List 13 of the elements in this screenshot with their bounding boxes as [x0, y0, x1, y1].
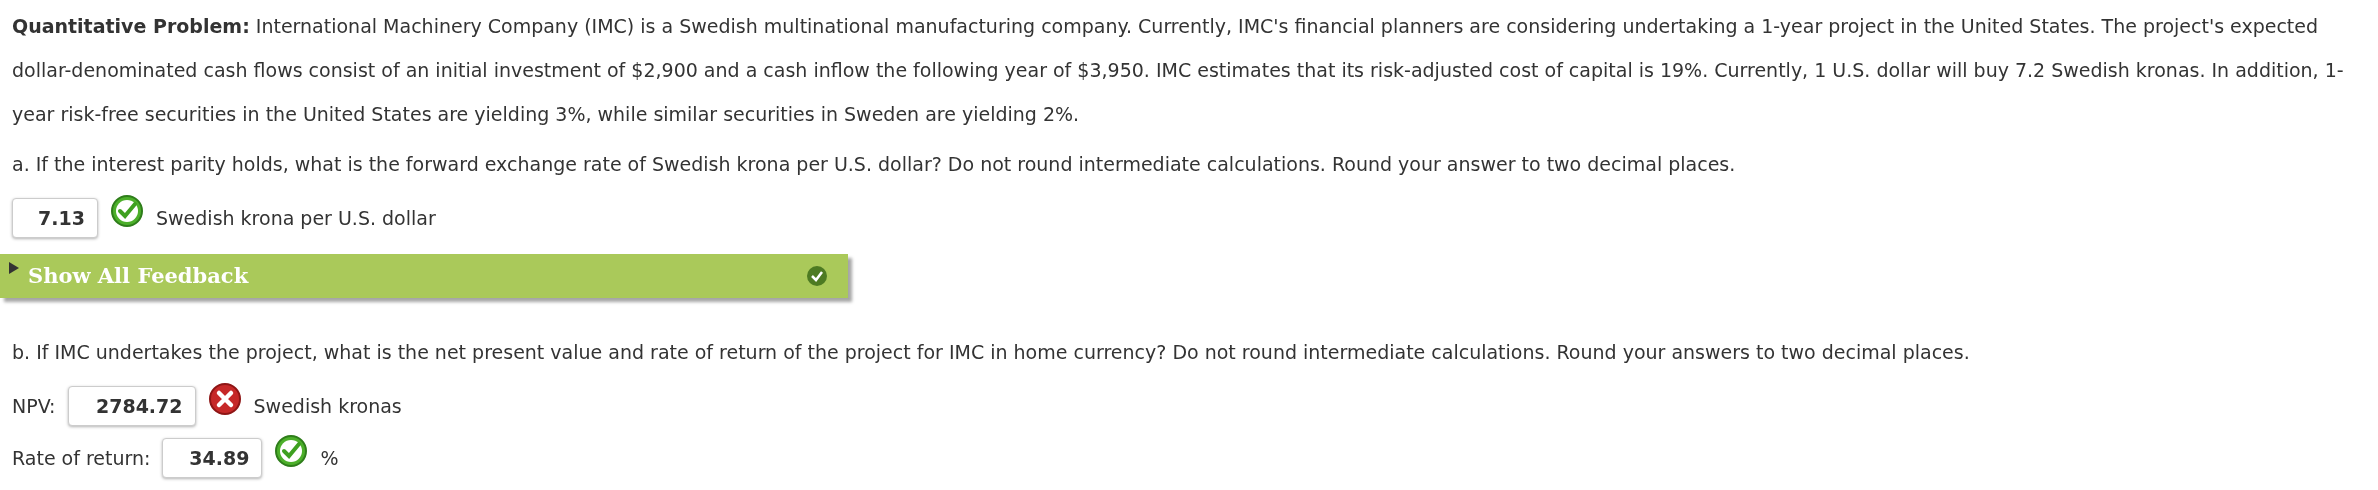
answer-label: Rate of return: — [12, 445, 151, 471]
unit-label: Swedish kronas — [253, 393, 402, 419]
unit-label: % — [320, 445, 339, 471]
answer-field[interactable]: 34.89 — [162, 438, 263, 478]
problem-text: Quantitative Problem: International Machinery Company (IMC) is a Swedish multinational manufacturing company. Currently, IMC's financial planners are considering undertaking a 1-year project in the United States. The project's expected dollar-denominated cash flows consist of an initial investment of $2,900 and a cash inflow the following year of $3,950. IMC estimates that its risk-adjusted cost of capital is 19%. Currently, 1 U.S. dollar will buy 7.2 Swedish kronas. In addition, 1-year risk-free securities in the United States are yielding 3%, while similar securities in Sweden are yielding 2%. — [12, 14, 2345, 127]
question-text: b. If IMC undertakes the project, what is the net present value and rate of return of the project for IMC in home currency? Do not round intermediate calculations. Round your answers to two decimal places. — [12, 340, 1971, 365]
check-icon — [806, 265, 828, 287]
answer-label: NPV: — [12, 393, 56, 419]
unit-label: Swedish krona per U.S. dollar — [156, 205, 436, 231]
question-text: a. If the interest parity holds, what is the forward exchange rate of Swedish krona per U.S. dollar? Do not round intermediate calculations. Round your answer to two decimal places. — [12, 152, 1737, 177]
triangle-icon — [8, 262, 20, 274]
answer-field[interactable]: 2784.72 — [67, 386, 196, 426]
answer-field[interactable]: 7.13 — [12, 198, 98, 238]
